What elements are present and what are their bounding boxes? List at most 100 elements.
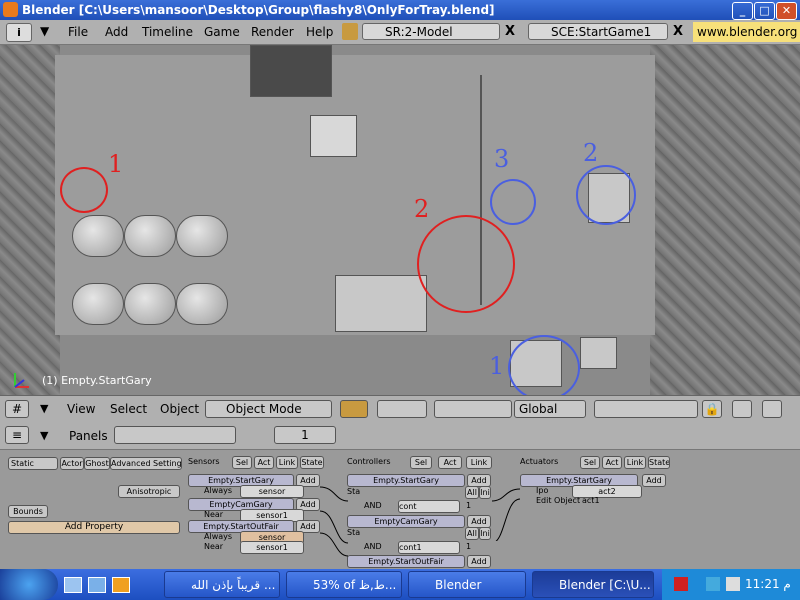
controller-object-name: Empty.StartGary — [347, 474, 465, 487]
menu-game[interactable]: Game — [204, 25, 240, 39]
controllers-act-tab[interactable]: Act — [438, 456, 462, 469]
taskbar-item-browser-2[interactable]: 53% of ط,ظ... — [286, 571, 402, 598]
physics-type-select[interactable]: Static — [8, 457, 58, 470]
antivirus-tray-icon[interactable] — [674, 577, 688, 591]
taskbar-item-blender-active[interactable]: Blender [C:\U... — [532, 571, 654, 598]
ghost-toggle[interactable]: Ghost — [84, 457, 110, 470]
transform-orientation-select[interactable]: Global — [514, 400, 586, 418]
context-tab-icons[interactable] — [114, 426, 236, 444]
menu-select[interactable]: Select — [110, 402, 147, 416]
network-tray-icon[interactable] — [706, 577, 720, 591]
menu-view[interactable]: View — [67, 402, 95, 416]
actuators-title: Actuators — [520, 457, 559, 466]
actor-toggle[interactable]: Actor — [60, 457, 84, 470]
blue-marker-circle-3 — [490, 179, 536, 225]
menu-add[interactable]: Add — [105, 25, 128, 39]
media-player-icon[interactable] — [112, 577, 130, 593]
menu-file[interactable]: File — [68, 25, 88, 39]
actuators-act-tab[interactable]: Act — [602, 456, 622, 469]
bounds-toggle[interactable]: Bounds — [8, 505, 48, 518]
screen-select-field[interactable]: SR:2-Model — [362, 23, 500, 40]
controller-number: 1 — [466, 501, 472, 510]
anisotropic-toggle[interactable]: Anisotropic — [118, 485, 180, 498]
sensor-name-field[interactable]: sensor — [240, 485, 304, 498]
grid-window-type-icon[interactable]: # — [5, 400, 29, 418]
occlude-icon[interactable] — [732, 400, 752, 418]
taskbar-item-browser-1[interactable]: قريباً بإذن الله ... — [164, 571, 280, 598]
blue-marker-circle-2 — [576, 165, 636, 225]
taskbar-clock[interactable]: 11:21 م — [745, 577, 791, 591]
blue-marker-label-2: 2 — [583, 139, 599, 167]
scene-delete-button[interactable]: X — [669, 23, 687, 40]
menu-object[interactable]: Object — [160, 402, 199, 416]
collapse-menu-icon[interactable]: ▼ — [40, 24, 49, 38]
render-icon[interactable] — [762, 400, 782, 418]
controller-type: AND — [364, 542, 382, 551]
close-button[interactable]: ✕ — [776, 2, 797, 20]
windows-taskbar: قريباً بإذن الله ... 53% of ط,ظ... Blend… — [0, 569, 800, 600]
advanced-settings-toggle[interactable]: Advanced Settings — [110, 457, 182, 470]
layer-buttons[interactable] — [594, 400, 698, 418]
frame-number-field[interactable]: 1 — [274, 426, 336, 444]
actuator-name: act1 — [582, 496, 600, 505]
actuators-sel-tab[interactable]: Sel — [580, 456, 600, 469]
controller-add-button[interactable]: Add — [467, 555, 491, 568]
lock-icon[interactable]: 🔒 — [702, 400, 722, 418]
controller-object-name: Empty.StartOutFair — [347, 555, 465, 568]
volume-tray-icon[interactable] — [726, 577, 740, 591]
actuators-state-tab[interactable]: State — [648, 456, 670, 469]
controller-all-toggle[interactable]: All — [465, 486, 479, 499]
sensors-state-tab[interactable]: State — [300, 456, 324, 469]
scene-select-field[interactable]: SCE:StartGame1 — [528, 23, 668, 40]
add-property-button[interactable]: Add Property — [8, 521, 180, 534]
tank — [124, 283, 176, 325]
sensor-name-field[interactable]: sensor1 — [240, 541, 304, 554]
dark-block — [250, 45, 332, 97]
blender-app-icon — [3, 2, 18, 17]
menu-timeline[interactable]: Timeline — [142, 25, 193, 39]
tank — [176, 283, 228, 325]
sensor-type: Near — [204, 510, 224, 519]
screen-delete-button[interactable]: X — [501, 23, 519, 40]
controller-name-field[interactable]: cont1 — [398, 541, 460, 554]
actuators-link-tab[interactable]: Link — [624, 456, 646, 469]
tank — [72, 215, 124, 257]
minimize-button[interactable]: _ — [732, 2, 753, 20]
actuator-type: Edit Object — [536, 496, 581, 505]
3d-viewport[interactable]: 1 2 3 2 1 (1) Empty.StartGary — [0, 45, 800, 395]
collapse-menu-icon[interactable]: ▼ — [40, 402, 48, 415]
red-marker-label-2: 2 — [414, 195, 430, 223]
manipulator-icons[interactable] — [434, 400, 512, 418]
object-mode-select[interactable]: Object Mode — [205, 400, 332, 418]
actuator-add-button[interactable]: Add — [642, 474, 666, 487]
logic-link-wires — [491, 488, 521, 541]
draw-type-icon[interactable] — [340, 400, 368, 418]
menu-help[interactable]: Help — [306, 25, 333, 39]
menu-render[interactable]: Render — [251, 25, 294, 39]
rock-left — [0, 45, 60, 395]
show-desktop-icon[interactable] — [64, 577, 82, 593]
sensors-link-tab[interactable]: Link — [276, 456, 298, 469]
taskbar-item-blender[interactable]: Blender — [408, 571, 526, 598]
screen-browse-icon[interactable] — [342, 23, 358, 40]
panels-menu[interactable]: Panels — [69, 429, 108, 443]
controller-name-field[interactable]: cont — [398, 500, 460, 513]
sensors-title: Sensors — [188, 457, 220, 466]
controllers-link-tab[interactable]: Link — [466, 456, 492, 469]
viewport-status-text: (1) Empty.StartGary — [42, 374, 152, 387]
info-window-type-button[interactable]: i — [6, 23, 32, 42]
switch-windows-icon[interactable] — [88, 577, 106, 593]
rock-right — [650, 45, 800, 395]
maximize-button[interactable]: □ — [754, 2, 775, 20]
blender-url-label: www.blender.org — [693, 22, 800, 42]
buttons-window-type-icon[interactable]: ≡ — [5, 426, 29, 444]
start-button[interactable] — [0, 569, 58, 600]
collapse-menu-icon[interactable]: ▼ — [40, 429, 48, 442]
center-block — [335, 275, 427, 332]
controller-all-toggle[interactable]: All — [465, 527, 479, 540]
pivot-icon[interactable] — [377, 400, 427, 418]
controllers-title: Controllers — [347, 457, 391, 466]
sensors-sel-tab[interactable]: Sel — [232, 456, 252, 469]
sensors-act-tab[interactable]: Act — [254, 456, 274, 469]
controllers-sel-tab[interactable]: Sel — [410, 456, 432, 469]
